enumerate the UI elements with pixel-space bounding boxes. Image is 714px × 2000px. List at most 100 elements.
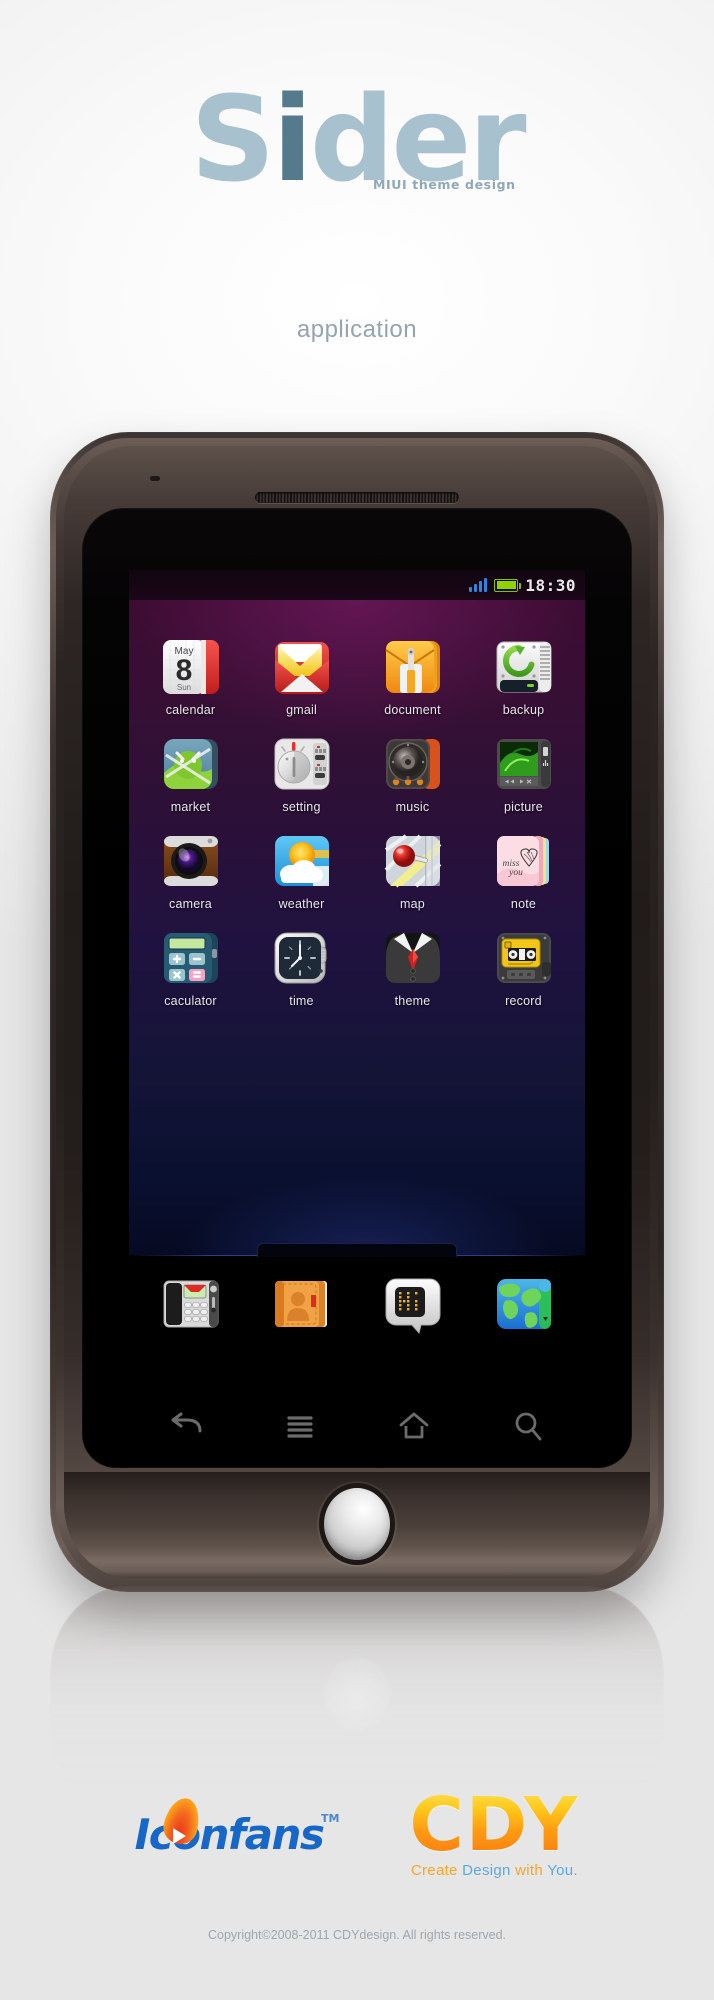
dock-item-phone[interactable] [135,1273,246,1335]
market-icon [160,733,222,795]
app-label: record [505,994,542,1008]
nav-menu-button[interactable] [243,1394,357,1458]
phone-screen: 18:30 May 8 Sun calendar gmail document … [129,570,585,1386]
wordmark-part-2: i [272,70,312,208]
globe-icon [493,1273,555,1335]
dock-handle[interactable] [257,1243,457,1257]
reflection-trackball [324,1658,390,1730]
signal-bars-icon [469,578,488,592]
copyright-text: Copyright©2008-2011 CDYdesign. All right… [207,1928,507,1942]
nav-search-button[interactable] [471,1394,585,1458]
theme-icon [382,927,444,989]
app-cell-calendar[interactable]: May 8 Sun calendar [135,636,246,717]
gmail-icon [271,636,333,698]
calendar-icon: May 8 Sun [160,636,222,698]
svg-text:Sun: Sun [176,683,190,692]
wallpaper-glow [129,1105,585,1255]
home-icon [398,1412,430,1440]
app-cell-note[interactable]: miss you note [468,830,579,911]
backup-icon [493,636,555,698]
menu-icon [285,1413,315,1439]
app-label: picture [504,800,543,814]
app-label: music [395,800,430,814]
app-label: calendar [165,703,216,717]
app-label: document [384,703,441,717]
svg-text:you: you [508,868,523,878]
app-cell-setting[interactable]: setting [246,733,357,814]
brand-wordmark-wrap: Sider MIUI theme design [0,77,714,202]
page-header: Sider MIUI theme design application [0,0,714,400]
play-triangle-icon [172,1828,186,1845]
back-arrow-icon [169,1412,203,1440]
dock-area [129,1243,585,1386]
app-cell-camera[interactable]: camera [135,830,246,911]
app-label: gmail [286,703,317,717]
app-label: time [289,994,314,1008]
app-row: camera weather map miss you note [135,830,579,911]
app-cell-theme[interactable]: theme [357,927,468,1008]
iconfans-logo[interactable]: Iconfans TM [134,1794,339,1860]
picture-icon [493,733,555,795]
app-label: backup [502,703,545,717]
app-label: note [510,897,537,911]
status-clock: 18:30 [525,575,576,595]
cdy-logo[interactable]: CDY Create Design with You. [409,1788,579,1879]
app-cell-map[interactable]: map [357,830,468,911]
clock-icon [271,927,333,989]
battery-icon [494,578,522,592]
app-label: weather [278,897,325,911]
note-icon: miss you [493,830,555,892]
phone-device: 18:30 May 8 Sun calendar gmail document … [50,432,664,1592]
iconfans-logo-text: Iconfans [134,1810,325,1860]
status-bar: 18:30 [129,570,585,600]
app-cell-calculator[interactable]: caculator [135,927,246,1008]
calculator-icon [160,927,222,989]
contacts-icon [271,1273,333,1335]
app-cell-weather[interactable]: weather [246,830,357,911]
app-grid: May 8 Sun calendar gmail document backup… [129,636,585,1008]
earpiece-speaker-icon [255,492,459,503]
search-icon [513,1411,543,1441]
app-row: caculator time theme record [135,927,579,1008]
weather-icon [271,830,333,892]
app-cell-time[interactable]: time [246,927,357,1008]
app-cell-document[interactable]: document [357,636,468,717]
footer-logos: Iconfans TM CDY Create Design with You. [0,1788,714,1879]
phone-glass: 18:30 May 8 Sun calendar gmail document … [82,508,632,1468]
app-row: May 8 Sun calendar gmail document backup [135,636,579,717]
dock-item-browser[interactable] [468,1273,579,1335]
page-footer: Iconfans TM CDY Create Design with You. … [0,1788,714,2000]
app-label: camera [169,897,212,911]
brand-wordmark: Sider MIUI theme design [190,77,526,202]
app-row: market setting music picture [135,733,579,814]
page-subtitle: application [296,316,418,343]
dock-item-contacts[interactable] [246,1273,357,1335]
app-cell-backup[interactable]: backup [468,636,579,717]
nav-home-button[interactable] [357,1394,471,1458]
nav-back-button[interactable] [129,1394,243,1458]
app-label: setting [282,800,321,814]
app-label: theme [394,994,431,1008]
app-label: caculator [164,994,217,1008]
dock-row [129,1273,585,1335]
home-wallpaper: May 8 Sun calendar gmail document backup… [129,600,585,1255]
trackball-button[interactable] [324,1488,390,1560]
recorder-icon [493,927,555,989]
app-cell-record[interactable]: record [468,927,579,1008]
app-cell-gmail[interactable]: gmail [246,636,357,717]
app-cell-market[interactable]: market [135,733,246,814]
document-icon [382,636,444,698]
app-cell-picture[interactable]: picture [468,733,579,814]
music-icon [382,733,444,795]
app-label: market [170,800,211,814]
trademark-mark: TM [320,1812,340,1826]
app-cell-music[interactable]: music [357,733,468,814]
android-nav-bar [129,1394,585,1458]
setting-icon [271,733,333,795]
map-icon [382,830,444,892]
wordmark-part-1: S [190,70,275,208]
phone-icon [160,1273,222,1335]
app-label: map [400,897,425,911]
dock-item-messaging[interactable] [357,1273,468,1335]
proximity-sensor-icon [150,476,160,481]
